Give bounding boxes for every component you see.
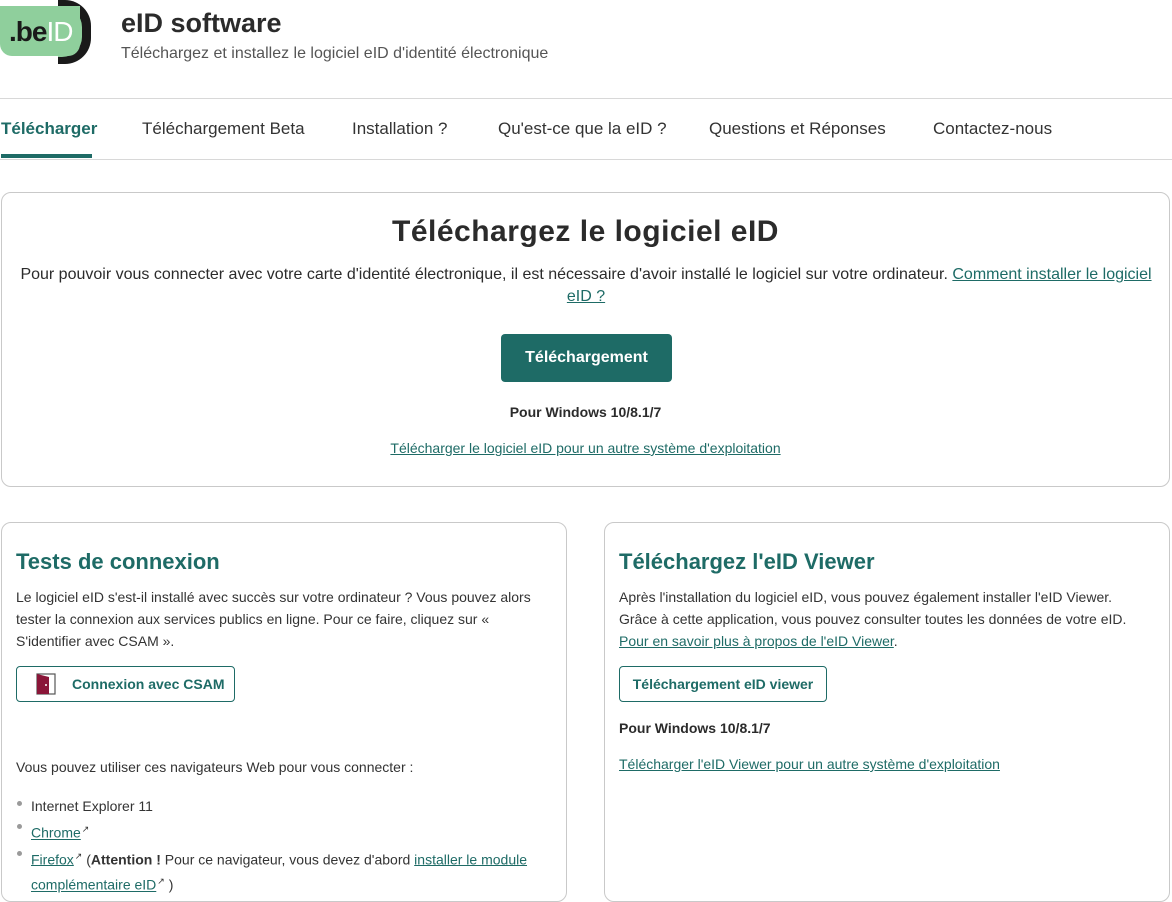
download-card-description: Pour pouvoir vous connecter avec votre c…	[16, 264, 1156, 308]
nav-tab-contactez-nous[interactable]: Contactez-nous	[933, 119, 1052, 139]
firefox-open-paren: (	[82, 851, 91, 868]
firefox-close-paren: )	[164, 876, 174, 893]
eid-viewer-more-link[interactable]: Pour en savoir plus à propos de l'eID Vi…	[619, 633, 894, 649]
list-item: Internet Explorer 11	[16, 795, 556, 817]
browser-chrome-link[interactable]: Chrome	[31, 825, 81, 841]
list-item: Chrome↗	[16, 818, 556, 844]
nav-active-indicator	[1, 154, 92, 158]
nav-tab-installation[interactable]: Installation ?	[352, 119, 447, 139]
logo-text: .beID	[9, 16, 73, 48]
external-link-icon: ↗	[157, 876, 165, 887]
nav-tab-telechargement-beta[interactable]: Téléchargement Beta	[142, 119, 305, 139]
eid-viewer-other-os: Télécharger l'eID Viewer pour un autre s…	[619, 756, 1000, 772]
door-icon	[36, 673, 56, 695]
main-nav: Télécharger Téléchargement Beta Installa…	[0, 99, 1172, 160]
nav-tab-questions-reponses[interactable]: Questions et Réponses	[709, 119, 886, 139]
be-id-logo[interactable]: .beID	[0, 0, 92, 64]
eid-viewer-card: Téléchargez l'eID Viewer Après l'install…	[604, 522, 1170, 902]
browser-firefox-link[interactable]: Firefox	[31, 851, 74, 867]
download-os-note: Pour Windows 10/8.1/7	[509, 404, 662, 420]
attention-label: Attention !	[90, 851, 161, 868]
browsers-intro: Vous pouvez utiliser ces navigateurs Web…	[16, 759, 414, 775]
csam-login-button[interactable]: Connexion avec CSAM	[16, 666, 235, 702]
external-link-icon: ↗	[81, 824, 90, 834]
download-button[interactable]: Téléchargement	[501, 334, 672, 382]
eid-viewer-download-button[interactable]: Téléchargement eID viewer	[619, 666, 827, 702]
browser-ie: Internet Explorer 11	[31, 798, 153, 814]
connection-tests-text: Le logiciel eID s'est-il installé avec s…	[16, 589, 531, 649]
eid-viewer-text-body: Après l'installation du logiciel eID, vo…	[619, 589, 1127, 627]
eid-viewer-text-end: .	[893, 633, 898, 649]
firefox-note: Pour ce navigateur, vous devez d'abord	[160, 851, 415, 868]
eid-viewer-other-os-link[interactable]: Télécharger l'eID Viewer pour un autre s…	[619, 756, 1000, 772]
eid-viewer-text: Après l'installation du logiciel eID, vo…	[619, 586, 1154, 652]
eid-viewer-title: Téléchargez l'eID Viewer	[619, 549, 875, 574]
site-subtitle: Téléchargez et installez le logiciel eID…	[121, 45, 549, 62]
other-os-download-link[interactable]: Télécharger le logiciel eID pour un autr…	[390, 440, 780, 456]
site-title: eID software	[121, 8, 282, 38]
download-card-description-text: Pour pouvoir vous connecter avec votre c…	[20, 266, 953, 283]
connection-tests-title: Tests de connexion	[16, 549, 220, 574]
logo-text-be: .be	[9, 16, 47, 47]
logo-text-id: ID	[46, 16, 73, 47]
nav-tab-quest-ce-que-eid[interactable]: Qu'est-ce que la eID ?	[498, 119, 667, 139]
download-card: Téléchargez le logiciel eID Pour pouvoir…	[1, 192, 1170, 487]
list-item: Firefox ↗ (Attention ! Pour ce navigateur…	[16, 845, 556, 896]
site-header: .beID eID software Téléchargez et instal…	[0, 0, 1172, 99]
eid-viewer-os-note: Pour Windows 10/8.1/7	[619, 720, 771, 736]
connection-tests-card: Tests de connexion Le logiciel eID s'est…	[1, 522, 567, 902]
csam-login-label: Connexion avec CSAM	[72, 676, 225, 692]
download-other-os: Télécharger le logiciel eID pour un autr…	[2, 440, 1169, 456]
download-card-title: Téléchargez le logiciel eID	[392, 215, 779, 248]
nav-tab-telecharger[interactable]: Télécharger	[1, 119, 97, 139]
